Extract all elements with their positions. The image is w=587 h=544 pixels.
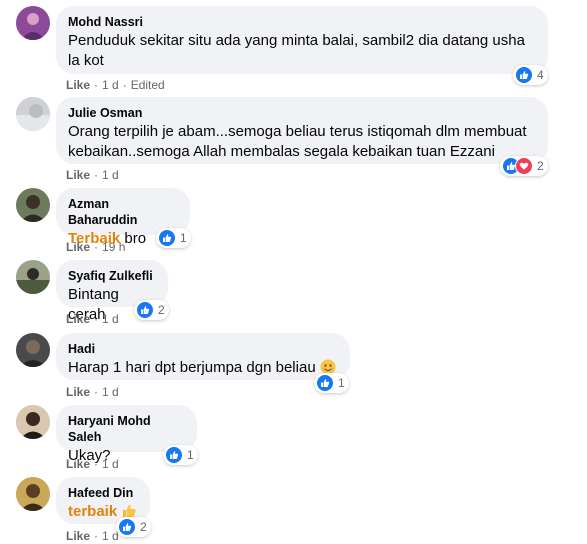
reaction-count: 4 [537, 68, 544, 82]
like-link[interactable]: Like [66, 312, 90, 326]
like-reaction-icon [316, 374, 334, 392]
comment-author[interactable]: Julie Osman [68, 105, 536, 121]
separator: · [94, 78, 99, 92]
comment-text: Penduduk sekitar situ ada yang minta bal… [68, 32, 525, 69]
reaction-summary[interactable]: 4 [513, 65, 548, 85]
separator: · [94, 240, 99, 254]
comment-time[interactable]: 1 d [102, 457, 119, 471]
edited-label[interactable]: Edited [131, 78, 165, 92]
like-link[interactable]: Like [66, 457, 90, 471]
reaction-summary[interactable]: 1 [314, 373, 349, 393]
like-reaction-icon [165, 446, 183, 464]
avatar[interactable] [16, 260, 50, 294]
comment-meta: Like · 1 d · Edited [66, 77, 165, 93]
like-link[interactable]: Like [66, 168, 90, 182]
avatar[interactable] [16, 97, 50, 131]
like-link[interactable]: Like [66, 529, 90, 543]
separator: · [94, 529, 99, 543]
reaction-summary[interactable]: 1 [156, 228, 191, 248]
avatar[interactable] [16, 477, 50, 511]
comment-meta: Like · 1 d [66, 528, 119, 544]
separator: · [94, 385, 99, 399]
comment-meta: Like · 1 d [66, 167, 119, 183]
comment-bubble: Hadi Harap 1 hari dpt berjumpa dgn belia… [56, 333, 350, 380]
like-reaction-icon [515, 66, 533, 84]
reaction-count: 2 [140, 520, 147, 534]
avatar[interactable] [16, 333, 50, 367]
like-link[interactable]: Like [66, 240, 90, 254]
love-reaction-icon [515, 157, 533, 175]
comment-time[interactable]: 1 d [102, 168, 119, 182]
reaction-count: 1 [180, 231, 187, 245]
comment-author[interactable]: Hafeed Din [68, 485, 138, 501]
comment-meta: Like · 1 d [66, 384, 119, 400]
avatar[interactable] [16, 405, 50, 439]
reaction-count: 1 [187, 448, 194, 462]
separator: · [122, 78, 127, 92]
comment-meta: Like · 1 d [66, 456, 119, 472]
comment-bubble: Julie Osman Orang terpilih je abam...sem… [56, 97, 548, 164]
reaction-count: 2 [158, 303, 165, 317]
reaction-summary[interactable]: 2 [500, 156, 548, 176]
separator: · [94, 312, 99, 326]
comment-time[interactable]: 1 d [102, 78, 119, 92]
comment-author[interactable]: Haryani Mohd Saleh [68, 413, 185, 445]
avatar[interactable] [16, 188, 50, 222]
comment-author[interactable]: Hadi [68, 341, 338, 357]
comment-meta: Like · 19 h [66, 239, 125, 255]
reaction-summary[interactable]: 2 [116, 517, 151, 537]
separator: · [94, 457, 99, 471]
comment-time[interactable]: 1 d [102, 385, 119, 399]
comment-author[interactable]: Azman Baharuddin [68, 196, 178, 228]
comment-author[interactable]: Syafiq Zulkefli [68, 268, 156, 284]
like-link[interactable]: Like [66, 78, 90, 92]
comment-text-body: Harap 1 hari dpt berjumpa dgn beliau [68, 359, 316, 376]
reaction-summary[interactable]: 1 [163, 445, 198, 465]
reaction-summary[interactable]: 2 [134, 300, 169, 320]
like-link[interactable]: Like [66, 385, 90, 399]
comment-meta: Like · 1 d [66, 311, 119, 327]
comment-time[interactable]: 1 d [102, 312, 119, 326]
comment-author[interactable]: Mohd Nassri [68, 14, 536, 30]
avatar[interactable] [16, 6, 50, 40]
highlighted-word: terbaik [68, 503, 118, 520]
comment-text: Harap 1 hari dpt berjumpa dgn beliau [68, 358, 338, 381]
like-reaction-icon [158, 229, 176, 247]
reaction-count: 2 [537, 159, 544, 173]
comment-text: Orang terpilih je abam...semoga beliau t… [68, 123, 527, 160]
separator: · [94, 168, 99, 182]
like-reaction-icon [136, 301, 154, 319]
comment-time[interactable]: 19 h [102, 240, 125, 254]
like-reaction-icon [118, 518, 136, 536]
comment-bubble: Mohd Nassri Penduduk sekitar situ ada ya… [56, 6, 548, 74]
reaction-count: 1 [338, 376, 345, 390]
